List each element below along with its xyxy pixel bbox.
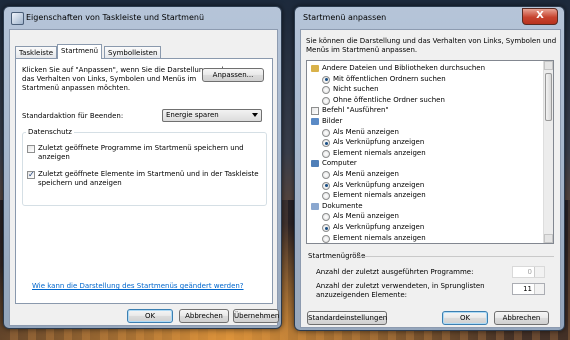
recent-programs-label-1: Zuletzt geöffnete Programme im Startmenü…	[38, 144, 244, 152]
scroll-thumb[interactable]	[545, 73, 552, 121]
list-header: Dokumente	[322, 201, 363, 210]
customize-button[interactable]: Anpassen...	[202, 68, 264, 82]
documents-icon	[311, 202, 319, 210]
start-menu-options-list[interactable]: Andere Dateien und Bibliotheken durchsuc…	[306, 60, 554, 244]
list-radio-label: Mit öffentlichen Ordnern suchen	[333, 74, 446, 83]
ok-button[interactable]: OK	[127, 309, 173, 323]
close-button[interactable]: X	[522, 8, 558, 25]
list-radio[interactable]	[322, 213, 330, 222]
list-radio[interactable]	[322, 224, 330, 232]
apply-button[interactable]: Übernehmen	[233, 309, 279, 323]
list-radio[interactable]	[322, 234, 330, 243]
jumplist-count-label-1: Anzahl der zuletzt verwendeten, in Sprun…	[316, 282, 485, 290]
description-line-3: Startmenü anpassen möchten.	[22, 84, 131, 92]
cancel-button[interactable]: Abbrechen	[494, 311, 549, 325]
jumplist-value: 11	[523, 285, 532, 293]
recent-programs-checkbox[interactable]	[27, 145, 35, 153]
ok-button[interactable]: OK	[442, 311, 488, 325]
help-link[interactable]: Wie kann die Darstellung des Startmenüs …	[32, 282, 244, 291]
list-radio-label: Als Verknüpfung anzeigen	[333, 180, 425, 189]
list-header: Andere Dateien und Bibliotheken durchsuc…	[322, 64, 486, 72]
list-checkbox[interactable]	[311, 107, 319, 116]
recent-items-label-1: Zuletzt geöffnete Elemente im Startmenü …	[38, 170, 259, 178]
list-radio-label: Als Verknüpfung anzeigen	[333, 138, 425, 147]
computer-icon	[311, 160, 319, 168]
taskbar-properties-window: Eigenschaften von Taskleiste und Startme…	[3, 6, 282, 329]
title-bar[interactable]: Startmenü anpassen X	[295, 7, 564, 29]
list-radio[interactable]	[322, 192, 330, 201]
list-radio[interactable]	[322, 128, 330, 137]
list-radio-label: Als Menü anzeigen	[333, 127, 399, 136]
dialog-client: Taskleiste Startmenü Symbolleisten Klick…	[9, 29, 279, 326]
spinner-arrows-icon[interactable]	[534, 284, 544, 294]
list-radio[interactable]	[322, 139, 330, 148]
list-radio-label: Element niemals anzeigen	[333, 148, 426, 157]
size-group-divider	[356, 256, 554, 257]
description-line-2: Menüs im Startmenü anpassen.	[306, 46, 418, 54]
window-title: Startmenü anpassen	[303, 13, 387, 22]
recent-programs-value: 0	[527, 268, 532, 276]
customize-start-menu-window: Startmenü anpassen X Sie können die Dars…	[294, 6, 565, 331]
list-header: Bilder	[322, 117, 343, 125]
window-app-icon	[11, 12, 24, 25]
recent-programs-label-2: anzeigen	[38, 153, 70, 161]
list-radio-label: Als Verknüpfung anzeigen	[333, 223, 425, 231]
cancel-button[interactable]: Abbrechen	[179, 309, 229, 323]
pictures-icon	[311, 118, 319, 125]
search-folder-icon	[311, 65, 319, 72]
power-action-value: Energie sparen	[166, 111, 219, 119]
scroll-down-icon[interactable]	[544, 234, 553, 243]
list-radio[interactable]	[322, 149, 330, 158]
recent-programs-spinner[interactable]: 0	[512, 266, 545, 278]
list-radio-label: Element niemals anzeigen	[333, 191, 426, 200]
list-radio[interactable]	[322, 86, 330, 95]
spinner-arrows-icon[interactable]	[534, 267, 544, 277]
list-header: Computer	[322, 159, 357, 168]
power-action-label: Standardaktion für Beenden:	[22, 112, 124, 120]
privacy-group-label: Datenschutz	[26, 128, 74, 136]
title-bar[interactable]: Eigenschaften von Taskleiste und Startme…	[4, 7, 281, 29]
recent-items-label-2: speichern und anzeigen	[38, 179, 122, 187]
recent-programs-count-label: Anzahl der zuletzt ausgeführten Programm…	[316, 268, 474, 276]
description-line-1: Klicken Sie auf "Anpassen", wenn Sie die…	[22, 66, 224, 74]
list-radio-label: Ohne öffentliche Ordner suchen	[333, 95, 445, 104]
dialog-client: Sie können die Darstellung und das Verha…	[300, 29, 561, 328]
jumplist-spinner[interactable]: 11	[512, 283, 545, 295]
list-radio-label: Element niemals anzeigen	[333, 233, 426, 242]
list-checkbox-label: Befehl "Ausführen"	[322, 106, 389, 115]
list-scrollbar[interactable]	[543, 61, 553, 243]
tab-startmenue[interactable]: Startmenü	[57, 44, 103, 59]
list-radio[interactable]	[322, 96, 330, 105]
defaults-button[interactable]: Standardeinstellungen	[307, 311, 387, 325]
list-radio[interactable]	[322, 181, 330, 190]
tab-panel-startmenue: Klicken Sie auf "Anpassen", wenn Sie die…	[15, 58, 273, 304]
description-line-2: das Verhalten von Links, Symbolen und Me…	[22, 75, 197, 83]
chevron-down-icon	[252, 113, 258, 117]
power-action-select[interactable]: Energie sparen	[162, 109, 262, 122]
jumplist-count-label-2: anzuzeigenden Elemente:	[316, 291, 408, 299]
list-radio[interactable]	[322, 171, 330, 179]
list-radio-label: Als Menü anzeigen	[333, 170, 399, 178]
list-radio-label: Als Menü anzeigen	[333, 212, 399, 221]
window-title: Eigenschaften von Taskleiste und Startme…	[26, 13, 205, 22]
description-line-1: Sie können die Darstellung und das Verha…	[306, 37, 557, 45]
scroll-up-icon[interactable]	[544, 61, 553, 70]
list-radio[interactable]	[322, 75, 330, 84]
list-radio-label: Nicht suchen	[333, 85, 379, 94]
recent-items-checkbox[interactable]: ✓	[27, 171, 35, 179]
